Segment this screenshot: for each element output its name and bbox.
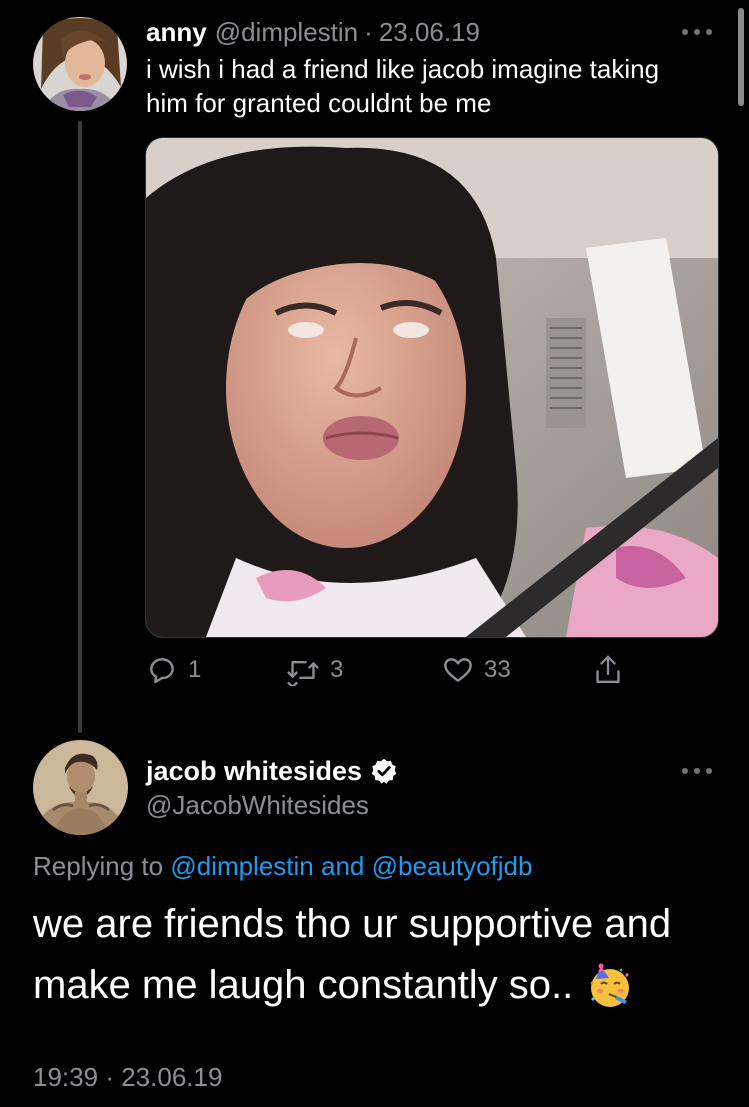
tweet2-text-line: make me laugh constantly so.. <box>33 963 574 1007</box>
tweet2-timestamp[interactable]: 19:39 · 23.06.19 <box>33 1060 222 1094</box>
tweet1-text-line: him for granted couldnt be me <box>146 88 492 118</box>
thread-connector-line <box>78 121 82 733</box>
tweet1-separator: · <box>364 17 373 47</box>
reply-icon <box>150 658 174 684</box>
tweet2-name-row: jacob whitesides <box>146 754 398 788</box>
tweet2-text: we are friends tho ur supportive and mak… <box>33 894 733 1016</box>
tweet2-handle[interactable]: @JacobWhitesides <box>146 789 369 821</box>
tweet1-photo[interactable] <box>145 137 719 638</box>
retweet-button[interactable]: 3 <box>286 650 343 690</box>
reply-mention-beautyofjdb[interactable]: @beautyofjdb <box>372 851 533 881</box>
tweet1-text-line: i wish i had a friend like jacob imagine… <box>146 54 660 84</box>
partying-face-emoji-icon <box>590 963 630 1007</box>
tweet2-separator: · <box>105 1062 114 1092</box>
retweet-count: 3 <box>330 656 344 683</box>
like-count: 33 <box>484 656 511 683</box>
tweet1-text: i wish i had a friend like jacob imagine… <box>146 52 736 120</box>
replying-to-line: Replying to @dimplestin and @beautyofjdb <box>33 849 532 883</box>
reply-count: 1 <box>188 656 202 683</box>
reply-mention-dimplestin[interactable]: @dimplestin <box>170 851 313 881</box>
share-button[interactable] <box>592 650 624 690</box>
tweet2-date: 23.06.19 <box>121 1062 223 1092</box>
replying-prefix: Replying to <box>33 851 164 881</box>
tweet2-time: 19:39 <box>33 1062 99 1092</box>
tweet2-text-line-2: make me laugh constantly so.. <box>33 955 733 1016</box>
like-button[interactable]: 33 <box>442 650 511 690</box>
share-icon <box>596 655 620 683</box>
avatar-jacob-whitesides[interactable] <box>33 740 128 835</box>
tweet2-more-icon[interactable] <box>682 766 712 776</box>
tweet2-text-line-1: we are friends tho ur supportive and <box>33 894 733 955</box>
tweet1-display-name[interactable]: anny <box>146 17 207 47</box>
avatar-anny[interactable] <box>33 17 127 111</box>
tweet2-text-line: we are friends tho ur supportive and <box>33 902 672 946</box>
tweet2-display-name[interactable]: jacob whitesides <box>146 754 362 788</box>
scrollbar[interactable] <box>738 8 744 106</box>
retweet-icon <box>287 660 319 686</box>
replying-and: and <box>321 851 365 881</box>
tweet1-more-icon[interactable] <box>682 27 712 37</box>
verified-badge-icon <box>371 758 397 784</box>
tweet1-handle[interactable]: @dimplestin <box>215 17 358 47</box>
tweet1-header: anny @dimplestin · 23.06.19 <box>146 16 480 48</box>
heart-icon <box>444 658 472 682</box>
reply-button[interactable]: 1 <box>146 650 201 690</box>
tweet1-date[interactable]: 23.06.19 <box>379 17 480 47</box>
